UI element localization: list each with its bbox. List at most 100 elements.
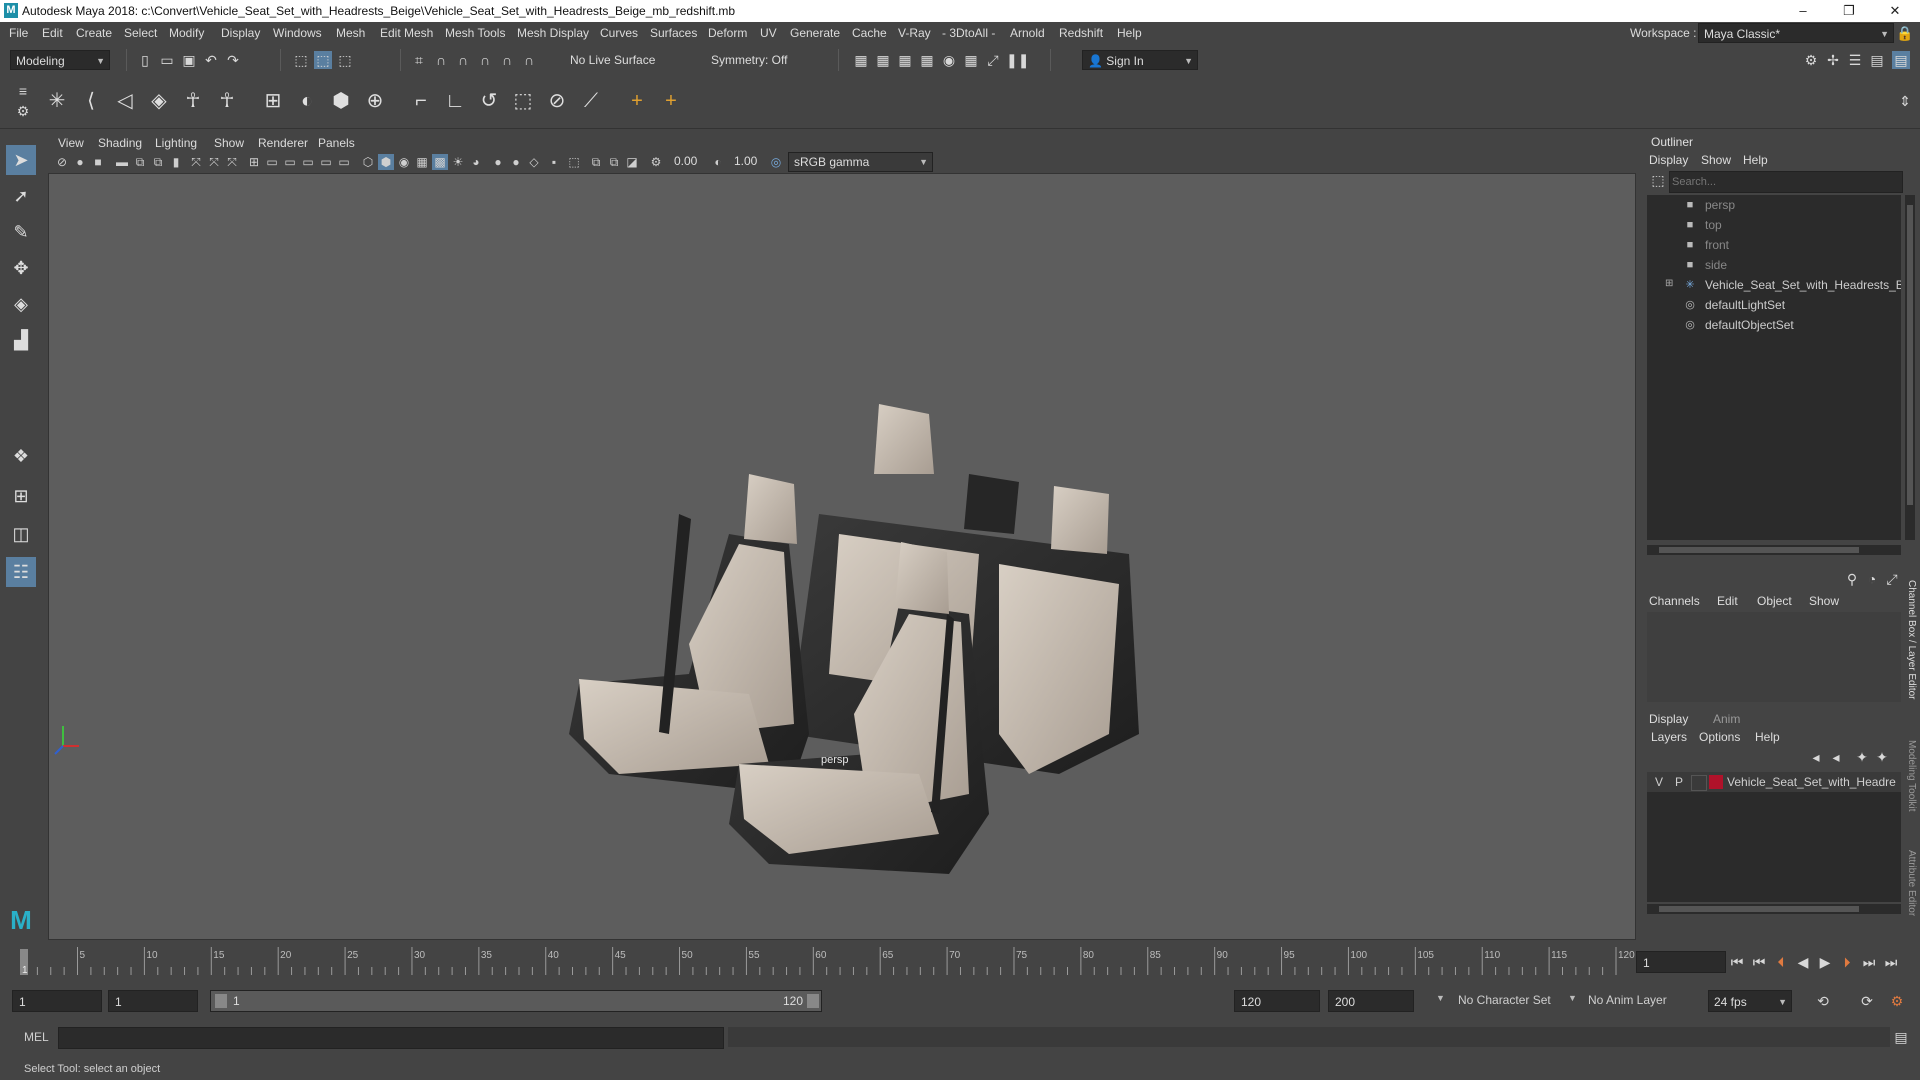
hypershade-icon[interactable]: ▦ bbox=[918, 51, 936, 69]
animation-preferences-icon[interactable]: ⚙ bbox=[1888, 992, 1906, 1010]
resolution-gate-icon[interactable]: ⤧ bbox=[206, 154, 222, 170]
time-slider[interactable]: 5 10 15 20 25 30 35 40 45 50 55 60 65 70 75 80 85 90 95 100… bbox=[0, 945, 1920, 980]
ambient-occlusion-icon[interactable]: ◕ bbox=[468, 154, 484, 170]
menu-help[interactable]: Help bbox=[1117, 26, 1142, 40]
side-tab-modeling-toolkit[interactable]: Modeling Toolkit bbox=[1906, 740, 1917, 812]
grid-icon[interactable]: ⊞ bbox=[246, 154, 262, 170]
play-backwards-icon[interactable]: ◀ bbox=[1794, 953, 1812, 971]
layer-help-menu[interactable]: Help bbox=[1755, 730, 1780, 744]
layers-menu[interactable]: Layers bbox=[1651, 730, 1687, 744]
anti-aliasing-icon[interactable]: ● bbox=[508, 154, 524, 170]
menu-mesh[interactable]: Mesh bbox=[336, 26, 365, 40]
menu-vray[interactable]: V-Ray bbox=[898, 26, 931, 40]
menu-curves[interactable]: Curves bbox=[600, 26, 638, 40]
four-view-icon[interactable]: ⊞ bbox=[6, 481, 36, 511]
create-joint-icon[interactable]: ✳ bbox=[44, 88, 70, 114]
redo-icon[interactable]: ↷ bbox=[224, 51, 242, 69]
range-slider-start-handle[interactable] bbox=[215, 994, 227, 1008]
tool-settings-icon[interactable]: ▤ bbox=[1868, 51, 1886, 69]
shadows-icon[interactable]: ☀ bbox=[450, 154, 466, 170]
close-button[interactable]: ✕ bbox=[1872, 0, 1918, 22]
point-constraint-icon[interactable]: ∟ bbox=[442, 88, 468, 114]
vp-menu-renderer[interactable]: Renderer bbox=[258, 136, 308, 150]
layer-tab-display[interactable]: Display bbox=[1649, 712, 1688, 726]
menu-redshift[interactable]: Redshift bbox=[1059, 26, 1103, 40]
viewport-20-icon[interactable]: ◪ bbox=[624, 154, 640, 170]
menu-modify[interactable]: Modify bbox=[169, 26, 204, 40]
channel-show-menu[interactable]: Show bbox=[1809, 594, 1839, 608]
outliner-item-persp[interactable]: ■ persp bbox=[1647, 195, 1901, 215]
ik-handle-icon[interactable]: ⟨ bbox=[78, 88, 104, 114]
outliner-item-front[interactable]: ■ front bbox=[1647, 235, 1901, 255]
layer-playback-toggle[interactable]: P bbox=[1675, 775, 1683, 789]
render-settings-icon[interactable]: ▦ bbox=[896, 51, 914, 69]
minimize-button[interactable]: – bbox=[1780, 0, 1826, 22]
side-tab-attribute-editor[interactable]: Attribute Editor bbox=[1906, 850, 1917, 916]
new-layer-icon[interactable]: ✦ bbox=[1853, 748, 1871, 766]
image-plane-icon[interactable]: ▬ bbox=[114, 154, 130, 170]
go-to-end-icon[interactable]: ⏭ bbox=[1882, 953, 1900, 971]
locator-icon[interactable]: + bbox=[624, 88, 650, 114]
humanik-icon[interactable]: ☥ bbox=[180, 88, 206, 114]
outliner-hscrollbar[interactable] bbox=[1647, 545, 1901, 555]
xray-icon[interactable]: ▪ bbox=[546, 154, 562, 170]
menu-3dtoall[interactable]: - 3DtoAll - bbox=[942, 26, 995, 40]
film-gate-icon[interactable]: ⤧ bbox=[188, 154, 204, 170]
channels-menu[interactable]: Channels bbox=[1649, 594, 1700, 608]
scale-tool-icon[interactable]: ▟ bbox=[6, 325, 36, 355]
bookmarks-icon[interactable]: ■ bbox=[90, 154, 106, 170]
select-camera-icon[interactable]: ⊘ bbox=[54, 154, 70, 170]
sign-in-dropdown[interactable]: 👤 Sign In ▼ bbox=[1082, 50, 1198, 70]
gate-mask-icon[interactable]: ⤧ bbox=[224, 154, 240, 170]
scale-constraint-icon[interactable]: ⬚ bbox=[510, 88, 536, 114]
pole-vector-icon[interactable]: ⟋ bbox=[578, 88, 604, 114]
single-view-icon[interactable]: ❖ bbox=[6, 441, 36, 471]
anim-layer-dropdown[interactable]: No Anim Layer bbox=[1588, 993, 1667, 1007]
select-tool-icon[interactable]: ➤ bbox=[6, 145, 36, 175]
step-forward-key-icon[interactable]: ⏭ bbox=[1860, 953, 1878, 971]
end-time-field[interactable]: 200 bbox=[1328, 990, 1414, 1012]
menu-surfaces[interactable]: Surfaces bbox=[650, 26, 697, 40]
menu-file[interactable]: File bbox=[9, 26, 28, 40]
wrap-icon[interactable]: ⬢ bbox=[328, 88, 354, 114]
rotate-tool-icon[interactable]: ◈ bbox=[6, 289, 36, 319]
redshift-render-icon[interactable]: ⤢ bbox=[984, 51, 1002, 69]
backface-icon[interactable]: ⧉ bbox=[588, 154, 604, 170]
camera-attributes-icon[interactable]: ● bbox=[72, 154, 88, 170]
2d-pan-icon[interactable]: ⧉ bbox=[132, 154, 148, 170]
display-textures-icon[interactable]: ⧉ bbox=[606, 154, 622, 170]
exposure-field[interactable]: 0.00 bbox=[668, 152, 708, 172]
blendshape-icon[interactable]: ⊕ bbox=[362, 88, 388, 114]
xray-joints-icon[interactable]: ⬚ bbox=[566, 154, 582, 170]
isolate-icon[interactable]: ▭ bbox=[336, 154, 352, 170]
outliner-item-side[interactable]: ■ side bbox=[1647, 255, 1901, 275]
lasso-tool-icon[interactable]: ➚ bbox=[6, 181, 36, 211]
undo-icon[interactable]: ↶ bbox=[202, 51, 220, 69]
gamma-field[interactable]: 1.00 bbox=[728, 152, 768, 172]
snap-view-icon[interactable]: ∩ bbox=[476, 51, 494, 69]
paint-select-icon[interactable]: ✎ bbox=[6, 217, 36, 247]
layer-color-swatch[interactable] bbox=[1709, 775, 1723, 789]
parent-constraint-icon[interactable]: ⌐ bbox=[408, 88, 434, 114]
gamma-icon[interactable]: ◐ bbox=[710, 154, 726, 170]
outliner-layout-icon[interactable]: ☷ bbox=[6, 557, 36, 587]
channel-box-edit-icon[interactable]: ⤢ bbox=[1883, 570, 1901, 588]
exposure-icon[interactable]: ⚙ bbox=[648, 154, 664, 170]
depth-of-field-icon[interactable]: ◇ bbox=[526, 154, 542, 170]
expand-icon[interactable]: ⊞ bbox=[1665, 278, 1673, 289]
character-controls-icon[interactable]: ✢ bbox=[1824, 51, 1842, 69]
snap-grid-icon[interactable]: ⌗ bbox=[410, 51, 428, 69]
save-scene-icon[interactable]: ▣ bbox=[180, 51, 198, 69]
menu-edit[interactable]: Edit bbox=[42, 26, 63, 40]
layer-options-menu[interactable]: Options bbox=[1699, 730, 1740, 744]
safe-title-icon[interactable]: ▭ bbox=[300, 154, 316, 170]
layer-type-toggle[interactable] bbox=[1691, 775, 1707, 791]
menu-edit-mesh[interactable]: Edit Mesh bbox=[380, 26, 433, 40]
shelf-settings-icon[interactable]: ⚙ bbox=[14, 102, 32, 120]
outliner-filter-icon[interactable]: ⬚ bbox=[1649, 171, 1667, 189]
outliner-vscrollbar[interactable] bbox=[1905, 195, 1915, 540]
new-scene-icon[interactable]: ▯ bbox=[136, 51, 154, 69]
layer-move-up-icon[interactable]: ◂ bbox=[1807, 748, 1825, 766]
channel-box-key-icon[interactable]: ⚲ bbox=[1843, 570, 1861, 588]
bind-skin-icon[interactable]: ◈ bbox=[146, 88, 172, 114]
